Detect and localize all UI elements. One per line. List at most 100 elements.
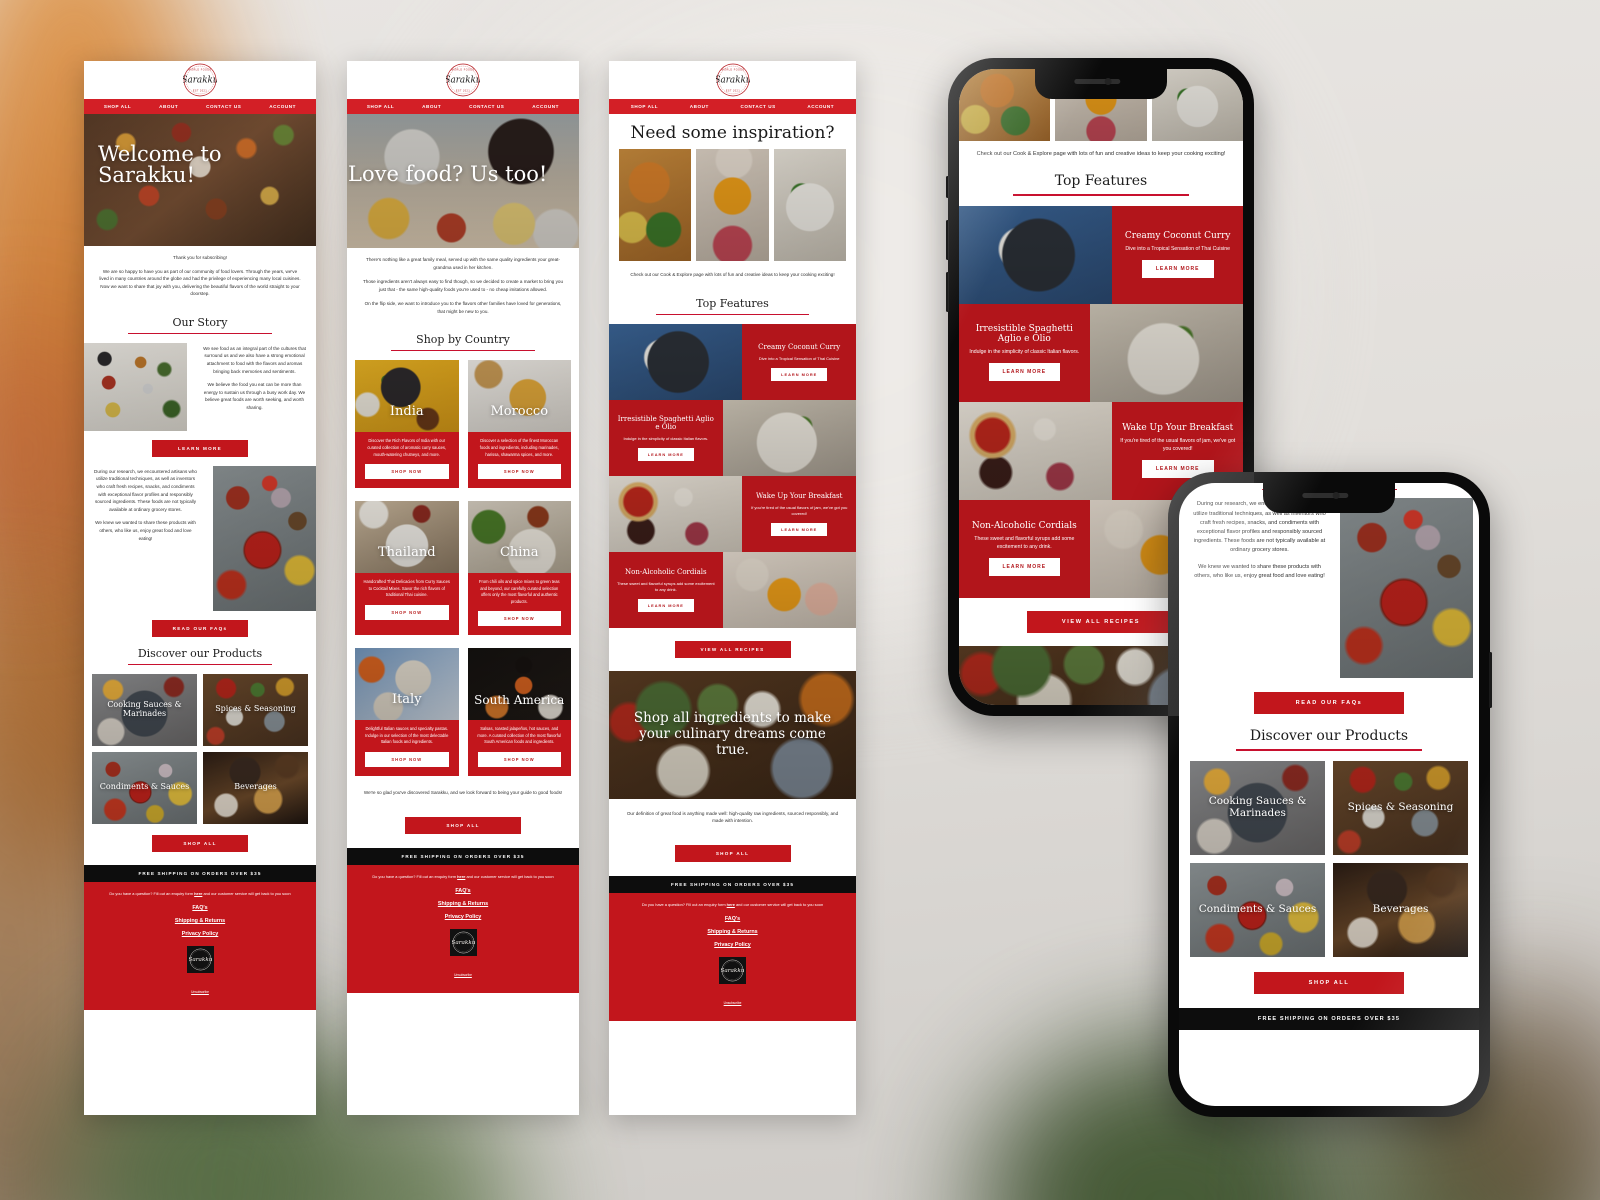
feature-title: Creamy Coconut Curry xyxy=(758,342,841,351)
phoneA-view-all-recipes-button[interactable]: VIEW ALL RECIPES xyxy=(1027,610,1175,633)
email1-hero-image: Welcome to Sarakku! xyxy=(84,114,316,246)
feature-image xyxy=(609,323,743,400)
product-tile-cooking-sauces[interactable]: Cooking Sauces & Marinades xyxy=(92,673,197,746)
email1-footer: Do you have a question? Fill out an enqu… xyxy=(84,881,316,1011)
feature-learn-more-button[interactable]: LEARN MORE xyxy=(637,598,694,612)
email3-bottom-banner: Shop all ingredients to make your culina… xyxy=(609,670,856,799)
phoneB-read-faqs-button[interactable]: READ OUR FAQs xyxy=(1254,692,1404,715)
feature-desc: Indulge in the simplicity of classic Ita… xyxy=(623,435,709,441)
feature-learn-more-button[interactable]: LEARN MORE xyxy=(988,557,1061,576)
product-tile-condiments[interactable]: Condiments & Sauces xyxy=(1190,862,1325,957)
email2-intro-p3: On the flip side, we want to introduce y… xyxy=(364,301,562,314)
feature-image xyxy=(609,475,743,552)
email3-shop-all-button[interactable]: SHOP ALL xyxy=(674,844,791,862)
country-card-thailand[interactable]: Thailand Handcrafted Thai Delicacies fro… xyxy=(355,501,459,636)
phone-volume-up[interactable] xyxy=(946,220,949,260)
nav-item-shop-all[interactable]: SHOP ALL xyxy=(367,104,394,109)
footer-link-shipping[interactable]: Shipping & Returns xyxy=(98,918,302,924)
country-card-india[interactable]: India Discover the Rich Flavors of India… xyxy=(355,360,459,489)
country-card-china[interactable]: China From chili oils and spice mixes to… xyxy=(467,501,571,636)
email2-closing-wrap: We're so glad you've discovered Sarakku,… xyxy=(347,776,579,805)
nav-item-account[interactable]: ACCOUNT xyxy=(269,104,296,109)
footer-link-shipping[interactable]: Shipping & Returns xyxy=(361,901,565,907)
feature-learn-more-button[interactable]: LEARN MORE xyxy=(1141,260,1214,279)
feature-desc: Dive into a Tropical Sensation of Thai C… xyxy=(1125,246,1230,253)
country-card-italy[interactable]: Italy Delightful Italian sauces and spec… xyxy=(355,648,459,776)
country-card-morocco[interactable]: Morocco Discover a selection of the fine… xyxy=(467,360,571,489)
email2-section-title: Shop by Country xyxy=(416,333,510,347)
email1-read-faqs-button[interactable]: READ OUR FAQs xyxy=(152,619,248,637)
country-shop-now-button[interactable]: SHOP NOW xyxy=(477,464,561,480)
feature-learn-more-button[interactable]: LEARN MORE xyxy=(771,522,828,536)
feature-panel: Irresistible Spaghetti Aglio e Olio Indu… xyxy=(959,303,1090,402)
email1-shop-all-button[interactable]: SHOP ALL xyxy=(152,834,248,852)
nav-item-about[interactable]: ABOUT xyxy=(159,104,178,109)
phone-mockup-discover-products: During our research, we encountered arti… xyxy=(1168,472,1492,1117)
nav-item-shop-all[interactable]: SHOP ALL xyxy=(631,104,658,109)
footer-link-privacy[interactable]: Privacy Policy xyxy=(98,931,302,937)
phone-power-button[interactable] xyxy=(1489,652,1492,708)
footer-link-privacy[interactable]: Privacy Policy xyxy=(361,914,565,920)
footer-logo-icon xyxy=(186,946,214,974)
footer-unsubscribe-link[interactable]: Unsubscribe xyxy=(454,973,472,977)
phone-mute-switch[interactable] xyxy=(946,176,949,198)
nav-item-contact-us[interactable]: CONTACT US xyxy=(469,104,504,109)
phone-volume-down[interactable] xyxy=(946,272,949,312)
country-shop-now-button[interactable]: SHOP NOW xyxy=(477,751,561,767)
nav-item-about[interactable]: ABOUT xyxy=(422,104,441,109)
product-tile-spices[interactable]: Spices & Seasoning xyxy=(1333,760,1468,855)
feature-panel: Wake Up Your Breakfast If you're tired o… xyxy=(742,475,856,552)
nav-item-about[interactable]: ABOUT xyxy=(690,104,709,109)
footer-link-shipping[interactable]: Shipping & Returns xyxy=(623,929,842,935)
footer-question: Do you have a question? Fill out an enqu… xyxy=(361,874,565,880)
country-shop-now-button[interactable]: SHOP NOW xyxy=(477,611,561,627)
nav-item-shop-all[interactable]: SHOP ALL xyxy=(104,104,131,109)
feature-learn-more-button[interactable]: LEARN MORE xyxy=(988,363,1061,382)
feature-title: Irresistible Spaghetti Aglio e Olio xyxy=(975,323,1073,345)
phoneB-product-grid: Cooking Sauces & Marinades Spices & Seas… xyxy=(1179,760,1479,957)
nav-item-contact-us[interactable]: CONTACT US xyxy=(740,104,775,109)
footer-link-faqs[interactable]: FAQ's xyxy=(361,888,565,894)
footer-link-faqs[interactable]: FAQ's xyxy=(98,905,302,911)
email1-research-p2: We knew we wanted to share these product… xyxy=(95,520,196,541)
email1-intro-lead: Thank you for subscribing! xyxy=(173,255,227,260)
email2-nav: SHOP ALL ABOUT CONTACT US ACCOUNT xyxy=(347,99,579,114)
feature-learn-more-button[interactable]: LEARN MORE xyxy=(637,447,694,461)
feature-desc: Dive into a Tropical Sensation of Thai C… xyxy=(758,355,840,361)
footer-here-link[interactable]: here xyxy=(727,902,735,907)
email3-view-all-recipes-button[interactable]: VIEW ALL RECIPES xyxy=(674,640,791,658)
email2-intro-p1: There's nothing like a great family meal… xyxy=(366,257,560,270)
email1-research-text: During our research, we encountered arti… xyxy=(84,466,205,611)
nav-item-account[interactable]: ACCOUNT xyxy=(532,104,559,109)
footer-unsubscribe-link[interactable]: Unsubscribe xyxy=(191,990,209,994)
footer-link-privacy[interactable]: Privacy Policy xyxy=(623,942,842,948)
country-shop-now-button[interactable]: SHOP NOW xyxy=(365,751,449,767)
country-shop-now-button[interactable]: SHOP NOW xyxy=(365,464,449,480)
phoneB-sauce-image xyxy=(1340,498,1473,679)
feature-row-creamy-coconut-curry: Creamy Coconut Curry Dive into a Tropica… xyxy=(959,205,1243,304)
feature-learn-more-button[interactable]: LEARN MORE xyxy=(771,367,828,381)
product-tile-beverages[interactable]: Beverages xyxy=(1333,862,1468,957)
country-desc: Discover the Rich Flavors of India with … xyxy=(367,438,447,457)
product-tile-condiments[interactable]: Condiments & Sauces xyxy=(92,751,197,824)
product-tile-label: Spices & Seasoning xyxy=(215,704,296,714)
country-shop-now-button[interactable]: SHOP NOW xyxy=(365,604,449,620)
footer-link-faqs[interactable]: FAQ's xyxy=(623,916,842,922)
nav-item-account[interactable]: ACCOUNT xyxy=(807,104,834,109)
product-tile-cooking-sauces[interactable]: Cooking Sauces & Marinades xyxy=(1190,760,1325,855)
email2-shop-all-button[interactable]: SHOP ALL xyxy=(405,816,521,834)
email2-country-grid: India Discover the Rich Flavors of India… xyxy=(347,360,579,776)
nav-item-contact-us[interactable]: CONTACT US xyxy=(206,104,241,109)
email1-learn-more-button[interactable]: LEARN MORE xyxy=(152,439,248,457)
footer-unsubscribe-link[interactable]: Unsubscribe xyxy=(724,1001,742,1005)
feature-row-creamy-coconut-curry: Creamy Coconut Curry Dive into a Tropica… xyxy=(609,323,856,400)
email3-section-rule xyxy=(655,313,810,315)
phoneB-shop-all-button[interactable]: SHOP ALL xyxy=(1254,971,1404,994)
feature-title: Creamy Coconut Curry xyxy=(1124,230,1231,241)
footer-logo-icon xyxy=(449,928,477,956)
feature-desc: These sweet and flavorful syrups add som… xyxy=(974,536,1075,551)
product-tile-beverages[interactable]: Beverages xyxy=(203,751,308,824)
email1-nav: SHOP ALL ABOUT CONTACT US ACCOUNT xyxy=(84,99,316,114)
country-card-south-america[interactable]: South America Salsas, roasted jalapeños,… xyxy=(467,648,571,776)
product-tile-spices[interactable]: Spices & Seasoning xyxy=(203,673,308,746)
